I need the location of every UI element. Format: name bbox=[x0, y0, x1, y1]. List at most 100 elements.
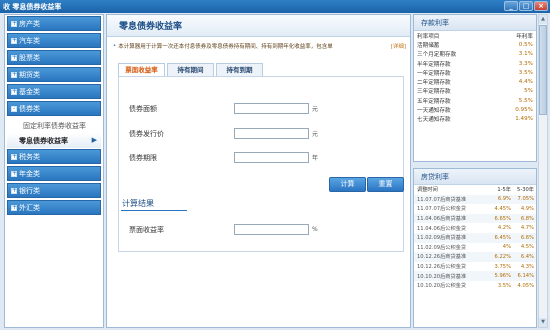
loan-row: 11.07.07后公积金贷 4.45% 4.9% bbox=[414, 204, 536, 214]
face-value-label: 债券面额 bbox=[129, 104, 157, 113]
form-panel: 债券面额 元 债券发行价 元 债券期限 年 计算 重置 计算结果 票面收益率 % bbox=[118, 76, 404, 252]
loan-rate-long: 4.9% bbox=[520, 205, 534, 212]
close-button[interactable]: × bbox=[534, 1, 548, 11]
deposit-header-row: 利率项目 年利率 bbox=[414, 31, 536, 40]
deposit-row: 三年定期存款 5% bbox=[414, 87, 536, 96]
result-divider bbox=[121, 210, 187, 211]
sidebar-category[interactable]: + 基金类 bbox=[7, 84, 101, 99]
deposit-rate: 3.3% bbox=[518, 60, 533, 67]
deposit-row: 三个月定期存款 3.1% bbox=[414, 50, 536, 59]
expand-icon: + bbox=[11, 87, 18, 95]
loan-rate-short: 6.65% bbox=[494, 215, 511, 222]
result-label: 票面收益率 bbox=[129, 225, 164, 234]
deposit-header-rate: 年利率 bbox=[516, 33, 533, 40]
loan-row: 11.02.09后公积金贷 4% 4.5% bbox=[414, 243, 536, 253]
sidebar-item-label: 基金类 bbox=[19, 87, 40, 96]
deposit-rate: 1.49% bbox=[515, 116, 533, 123]
loan-rate-long: 4.7% bbox=[520, 225, 534, 232]
sidebar-subitem[interactable]: 零息债券收益率 ▶ bbox=[7, 133, 101, 148]
deposit-row: 七天通知存款 1.49% bbox=[414, 115, 536, 124]
sidebar-category[interactable]: + 期货类 bbox=[7, 67, 101, 82]
loan-rate-short: 5.96% bbox=[494, 273, 511, 280]
issue-price-unit: 元 bbox=[312, 131, 319, 138]
sidebar-item-label: 固定利率债券收益率 bbox=[23, 121, 86, 130]
term-input[interactable] bbox=[234, 152, 309, 163]
tab-coupon-yield[interactable]: 票面收益率 bbox=[118, 63, 165, 77]
loan-rate-long: 6.6% bbox=[520, 234, 534, 241]
loan-row: 10.10.20后商贷基准 5.96% 6.14% bbox=[414, 271, 536, 281]
sidebar-subitem[interactable]: 固定利率债券收益率 bbox=[7, 118, 101, 133]
tab-to-maturity[interactable]: 持有到期 bbox=[216, 63, 263, 77]
loan-rate-long: 4.3% bbox=[520, 263, 534, 270]
deposit-row: 一天通知存款 0.95% bbox=[414, 105, 536, 114]
loan-rate-short: 4% bbox=[502, 244, 511, 251]
sidebar-category[interactable]: + 银行类 bbox=[7, 183, 101, 198]
scrollbar[interactable]: ▲ ▼ bbox=[538, 14, 548, 328]
issue-price-input[interactable] bbox=[234, 128, 309, 139]
deposit-rate: 3.1% bbox=[518, 51, 533, 58]
calculate-button[interactable]: 计算 bbox=[329, 177, 366, 192]
loan-date: 10.12.26后商贷基准 bbox=[417, 254, 467, 261]
loan-date: 11.07.07后公积金贷 bbox=[417, 206, 467, 213]
sidebar-category[interactable]: + 汽车类 bbox=[7, 33, 101, 48]
sidebar-category[interactable]: + 外汇类 bbox=[7, 200, 101, 215]
loan-rate-short: 6.45% bbox=[494, 234, 511, 241]
maximize-button[interactable]: □ bbox=[519, 1, 533, 11]
scroll-up-icon[interactable]: ▲ bbox=[539, 15, 547, 24]
sidebar-item-label: 税务类 bbox=[19, 152, 40, 161]
loan-rates-table: 11.07.07后商贷基准 6.9% 7.05% 11.07.07后公积金贷 4.45%… bbox=[414, 194, 536, 291]
loan-header-short: 1-5年 bbox=[497, 187, 511, 194]
sidebar-category[interactable]: + 年金类 bbox=[7, 166, 101, 181]
deposit-row: 活期储蓄 0.5% bbox=[414, 40, 536, 49]
loan-rate-long: 4.05% bbox=[517, 282, 534, 289]
expand-icon: + bbox=[11, 70, 18, 78]
tab-bar: 票面收益率 持有期间 持有到期 bbox=[118, 63, 265, 77]
loan-rate-long: 6.8% bbox=[520, 215, 534, 222]
collapse-icon: - bbox=[11, 104, 17, 112]
deposit-item: 二年定期存款 bbox=[417, 80, 451, 87]
deposit-item: 七天通知存款 bbox=[417, 117, 451, 124]
detail-link[interactable]: [详细] bbox=[391, 42, 406, 50]
sidebar-item-label: 年金类 bbox=[19, 169, 40, 178]
issue-price-row: 债券发行价 元 bbox=[129, 128, 318, 139]
sidebar-category[interactable]: + 房产类 bbox=[7, 16, 101, 31]
loan-rates-title: 房贷利率 bbox=[414, 169, 536, 185]
deposit-item: 三个月定期存款 bbox=[417, 52, 457, 59]
loan-row: 11.07.07后商贷基准 6.9% 7.05% bbox=[414, 194, 536, 205]
result-row: 票面收益率 % bbox=[129, 224, 318, 235]
minimize-button[interactable]: _ bbox=[504, 1, 518, 11]
scroll-thumb[interactable] bbox=[539, 25, 547, 115]
expand-icon: + bbox=[11, 203, 18, 211]
deposit-row: 一年定期存款 3.5% bbox=[414, 68, 536, 77]
loan-row: 11.04.06后商贷基准 6.65% 6.8% bbox=[414, 213, 536, 224]
loan-row: 11.04.06后公积金贷 4.2% 4.7% bbox=[414, 223, 536, 233]
face-value-row: 债券面额 元 bbox=[129, 103, 318, 114]
sidebar-item-label: 债券类 bbox=[19, 104, 40, 113]
loan-header-date: 调整时间 bbox=[417, 187, 438, 194]
deposit-row: 半年定期存款 3.3% bbox=[414, 59, 536, 68]
reset-button[interactable]: 重置 bbox=[367, 177, 404, 192]
loan-rate-long: 6.4% bbox=[520, 253, 534, 260]
deposit-rate: 4.4% bbox=[518, 79, 533, 86]
expand-icon: + bbox=[11, 152, 18, 160]
sidebar-category[interactable]: + 股票类 bbox=[7, 50, 101, 65]
window-controls: _ □ × bbox=[504, 1, 548, 11]
scroll-down-icon[interactable]: ▼ bbox=[539, 318, 547, 327]
expand-icon: + bbox=[11, 36, 18, 44]
face-value-input[interactable] bbox=[234, 103, 309, 114]
sidebar-category[interactable]: + 税务类 bbox=[7, 149, 101, 164]
loan-date: 11.04.06后商贷基准 bbox=[417, 216, 467, 223]
issue-price-label: 债券发行价 bbox=[129, 129, 164, 138]
loan-header-long: 5-30年 bbox=[517, 187, 534, 194]
sidebar-category[interactable]: - 债券类 bbox=[7, 101, 101, 116]
loan-rate-long: 6.14% bbox=[517, 273, 534, 280]
description: • 本计算器用于计算一次还本付息债券及零息债券持有期间、持有到期年化收益率，包含… bbox=[107, 37, 410, 50]
expand-icon: + bbox=[11, 169, 18, 177]
tab-holding-period[interactable]: 持有期间 bbox=[167, 63, 214, 77]
sidebar-item-label: 银行类 bbox=[19, 186, 40, 195]
term-label: 债券期限 bbox=[129, 153, 157, 162]
active-arrow-icon: ▶ bbox=[91, 136, 97, 144]
main-panel: 零息债券收益率 • 本计算器用于计算一次还本付息债券及零息债券持有期间、持有到期… bbox=[106, 14, 411, 328]
loan-rate-short: 4.2% bbox=[497, 225, 511, 232]
term-unit: 年 bbox=[312, 155, 319, 162]
